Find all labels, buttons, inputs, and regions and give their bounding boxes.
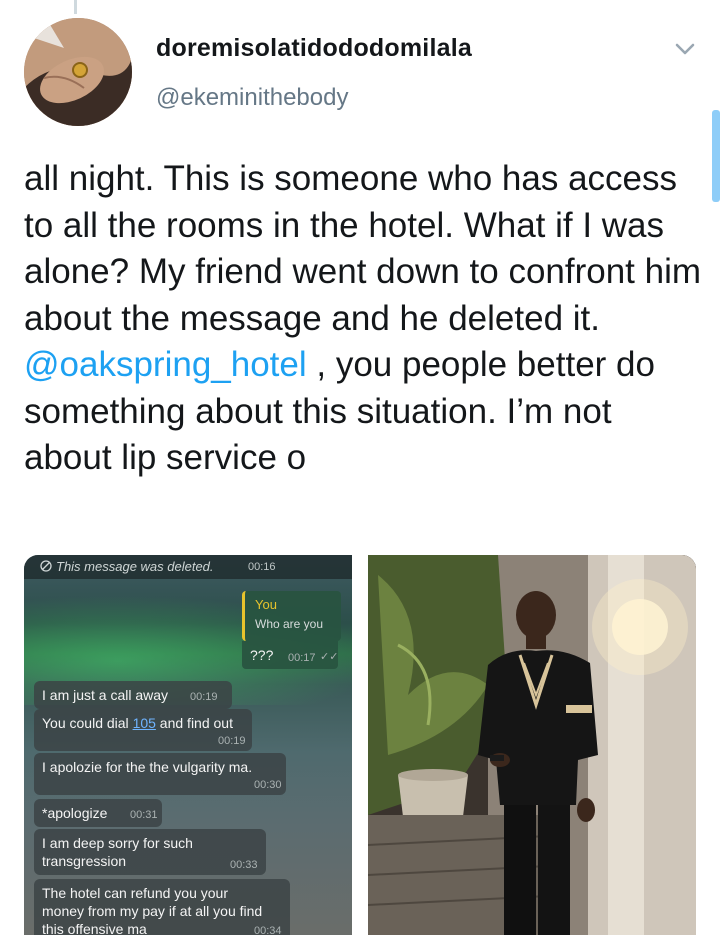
message-text: The hotel can refund you your <box>42 885 229 901</box>
read-ticks-icon: ✓✓ <box>320 651 339 663</box>
tweet-text: all night. This is someone who has acces… <box>24 156 704 482</box>
message-text: I apolozie for the the vulgarity ma. <box>42 759 253 775</box>
blocked-icon <box>40 560 52 572</box>
message-text: transgression <box>42 853 127 869</box>
incoming-message: *apologize 00:31 <box>34 799 162 827</box>
chevron-down-icon[interactable] <box>670 34 700 64</box>
message-text: ??? <box>250 647 274 663</box>
avatar[interactable] <box>24 18 132 126</box>
message-time: 00:34 <box>254 925 282 935</box>
message-time: 00:19 <box>190 691 218 703</box>
tweet-text-body: all night. This is someone who has acces… <box>24 159 702 338</box>
message-text: this offensive ma <box>42 921 147 935</box>
reply-quoted-text: Who are you <box>255 617 324 631</box>
deleted-message-bubble: This message was deleted. 00:16 <box>24 555 352 579</box>
message-text: I am just a call away <box>42 687 169 703</box>
deleted-message-text: This message was deleted. <box>56 559 214 574</box>
message-text: money from my pay if at all you find <box>42 903 263 919</box>
message-text: You could dial 105 and find out <box>42 715 233 731</box>
media-image-photo[interactable] <box>368 555 696 935</box>
user-handle[interactable]: @ekeminithebody <box>156 84 348 112</box>
message-text: I am deep sorry for such <box>42 835 193 851</box>
avatar-image <box>24 18 132 126</box>
message-time: 00:16 <box>248 561 276 573</box>
incoming-message: I apolozie for the the vulgarity ma. 00:… <box>34 753 286 795</box>
outgoing-message: ??? 00:17 ✓✓ <box>242 641 338 669</box>
incoming-message: The hotel can refund you your money from… <box>34 879 290 935</box>
scrollbar[interactable] <box>712 110 720 202</box>
phone-number-link[interactable]: 105 <box>133 715 156 731</box>
incoming-message: I am just a call away 00:19 <box>34 681 232 709</box>
incoming-message: You could dial 105 and find out 00:19 <box>34 709 252 751</box>
display-name[interactable]: doremisolatidododomilala <box>156 34 472 63</box>
message-time: 00:31 <box>130 809 158 821</box>
mention-link[interactable]: @oakspring_hotel <box>24 345 307 384</box>
incoming-message: I am deep sorry for such transgression 0… <box>34 829 266 875</box>
message-text: *apologize <box>42 805 108 821</box>
thread-connector-line <box>74 0 77 14</box>
quoted-reply-bubble: You Who are you <box>242 591 341 641</box>
photo-man-standing <box>368 555 696 935</box>
message-time: 00:17 <box>288 652 316 664</box>
media-image-chat-screenshot[interactable]: This message was deleted. 00:16 You Who … <box>24 555 352 935</box>
message-time: 00:19 <box>218 735 246 747</box>
reply-author: You <box>255 597 277 612</box>
message-time: 00:30 <box>254 779 282 791</box>
message-time: 00:33 <box>230 859 258 871</box>
